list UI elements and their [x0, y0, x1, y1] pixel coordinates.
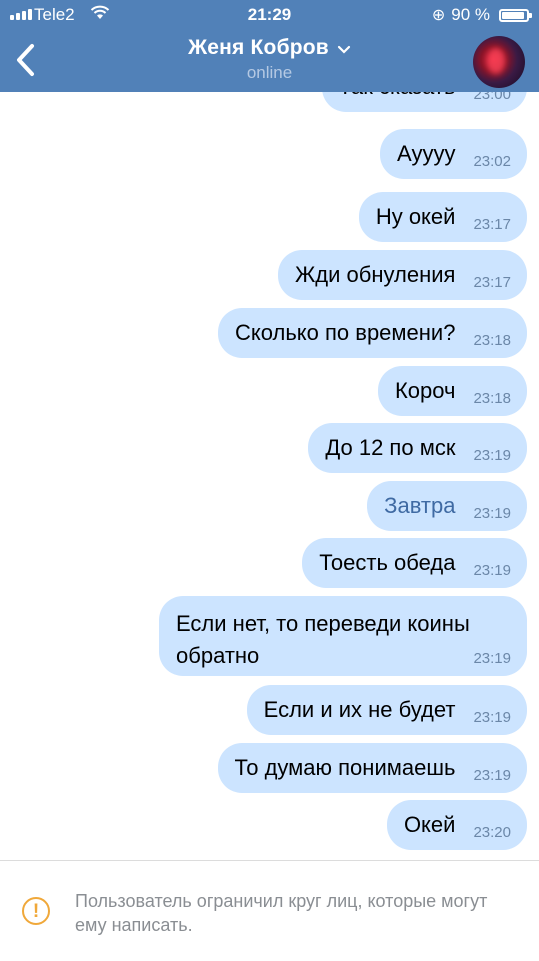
warning-icon: ! — [22, 897, 50, 925]
message-bubble[interactable]: Ауууу 23:02 — [380, 129, 527, 179]
battery-percent: 90 % — [451, 5, 490, 24]
message-bubble[interactable]: Завтра 23:19 — [367, 481, 527, 531]
message-time: 23:18 — [473, 389, 511, 407]
message-text: До 12 по мск — [325, 435, 456, 460]
message-bubble[interactable]: Если и их не будет 23:19 — [246, 685, 527, 735]
message-time: 23:19 — [473, 650, 511, 667]
battery-icon — [499, 8, 532, 22]
message-text: Короч — [394, 378, 456, 403]
message-time: 23:17 — [473, 273, 511, 291]
avatar[interactable] — [473, 36, 525, 88]
message-time: 23:19 — [473, 561, 511, 579]
message-text: Сколько по времени? — [234, 320, 456, 345]
message-time: 23:02 — [473, 152, 511, 170]
message-time: 23:19 — [473, 766, 511, 784]
message-time: 23:20 — [473, 823, 511, 841]
message-text: Жди обнуления — [294, 262, 456, 287]
message-text: Тоесть обеда — [319, 550, 456, 575]
message-bubble[interactable]: Если нет, то переведи коины обратно 23:19 — [159, 596, 527, 676]
message-bubble[interactable]: Окей 23:20 — [386, 800, 527, 850]
contact-name: Женя Кобров — [188, 36, 329, 59]
message-bubble[interactable]: Короч 23:18 — [377, 366, 527, 416]
presence-status: online — [246, 63, 293, 83]
message-time: 23:19 — [473, 708, 511, 726]
message-text: Ауууу — [397, 141, 456, 166]
message-bubble[interactable]: Ну окей 23:17 — [358, 192, 527, 242]
status-bar: Tele2 21:29 ⊕ 90 % — [0, 0, 539, 32]
message-text: Если и их не будет — [263, 697, 456, 722]
chevron-down-icon — [337, 36, 351, 60]
message-bubble[interactable]: Жди обнуления 23:17 — [277, 250, 527, 300]
message-text: Ну окей — [375, 204, 456, 229]
message-time: 23:18 — [473, 331, 511, 349]
message-text: То думаю понимаешь — [234, 755, 456, 780]
messaging-restricted-notice: ! Пользователь ограничил круг лиц, котор… — [0, 860, 539, 961]
notice-text: Пользователь ограничил круг лиц, которые… — [75, 891, 488, 935]
chat-header: Tele2 21:29 ⊕ 90 % Женя Кобров online — [0, 0, 539, 92]
rotation-lock-icon: ⊕ — [431, 7, 446, 24]
message-link[interactable]: Завтра — [384, 493, 455, 519]
message-text: Если нет, то переведи коины обратно — [176, 611, 470, 668]
contact-title[interactable]: Женя Кобров online — [0, 36, 539, 83]
message-bubble[interactable]: Сколько по времени? 23:18 — [217, 308, 527, 358]
message-bubble[interactable]: То думаю понимаешь 23:19 — [217, 743, 527, 793]
message-bubble[interactable]: Тоесть обеда 23:19 — [302, 538, 527, 588]
message-bubble[interactable]: До 12 по мск 23:19 — [308, 423, 527, 473]
message-time: 23:19 — [473, 504, 511, 522]
message-time: 23:19 — [473, 446, 511, 464]
message-list[interactable]: Так сказать23:00 Ауууу23:02 Ну окей23:17… — [0, 62, 539, 860]
message-text: Окей — [403, 812, 456, 837]
message-time: 23:17 — [473, 215, 511, 233]
